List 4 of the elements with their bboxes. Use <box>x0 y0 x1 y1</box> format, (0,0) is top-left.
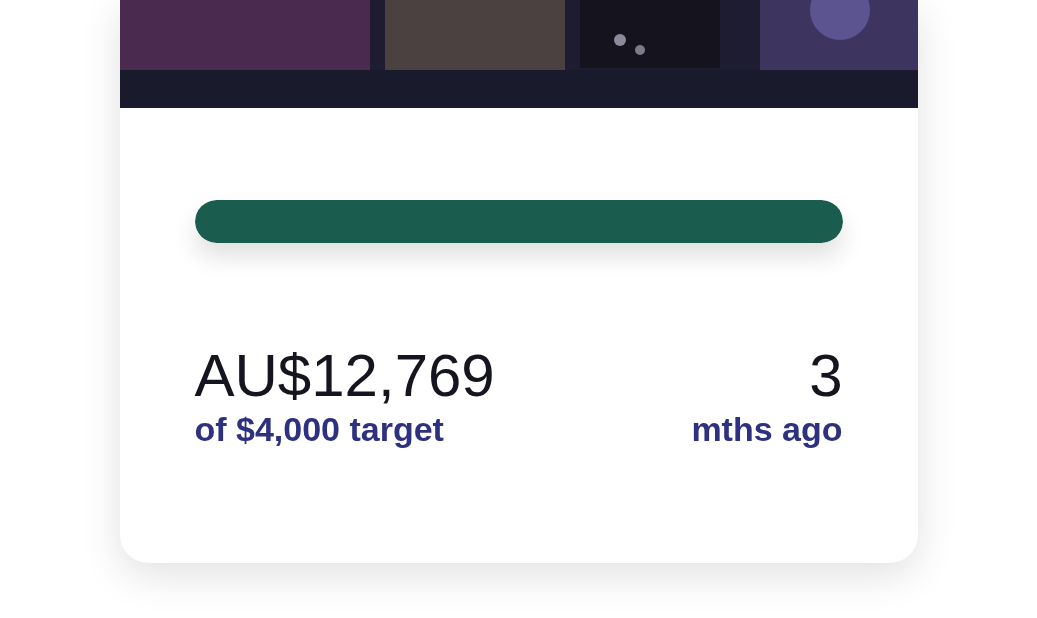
target-text: of $4,000 target <box>194 409 445 449</box>
raised-amount: AU$12,769 <box>194 343 495 409</box>
age-unit: mths ago <box>691 409 843 449</box>
age-value: 3 <box>809 343 843 409</box>
